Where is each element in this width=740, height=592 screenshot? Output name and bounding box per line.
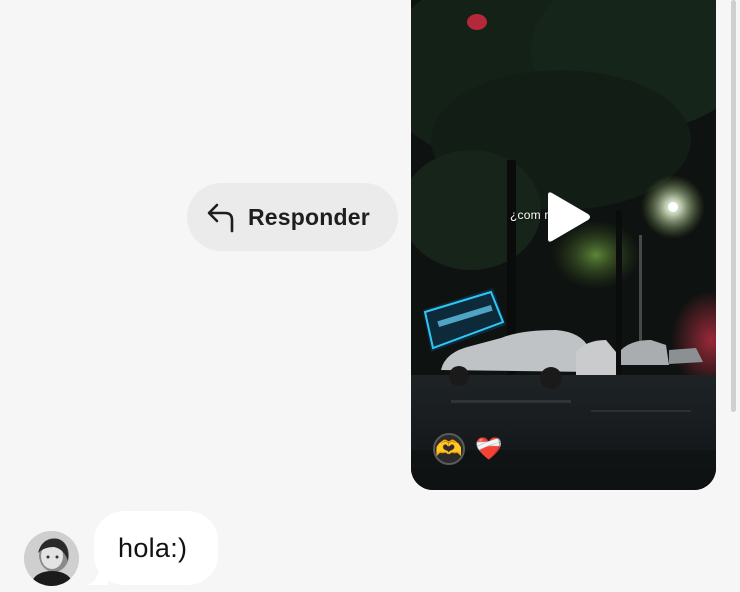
- reply-button[interactable]: Responder: [187, 183, 398, 251]
- message-text: hola:): [118, 532, 188, 563]
- video-message[interactable]: ¿com nas? 🫶 ❤️‍🩹: [411, 0, 716, 490]
- mending-heart-reaction[interactable]: ❤️‍🩹: [473, 433, 505, 465]
- play-icon[interactable]: [544, 191, 592, 243]
- video-thumbnail: [411, 0, 716, 490]
- reply-arrow-icon: [205, 200, 239, 234]
- scrollbar[interactable]: [727, 0, 740, 420]
- chat-thread: Responder: [0, 0, 740, 592]
- reply-label: Responder: [248, 203, 370, 230]
- heart-hands-reaction[interactable]: 🫶: [433, 433, 465, 465]
- incoming-message-bubble[interactable]: hola:): [94, 511, 218, 585]
- scrollbar-thumb[interactable]: [731, 0, 736, 412]
- user-avatar[interactable]: [24, 531, 79, 586]
